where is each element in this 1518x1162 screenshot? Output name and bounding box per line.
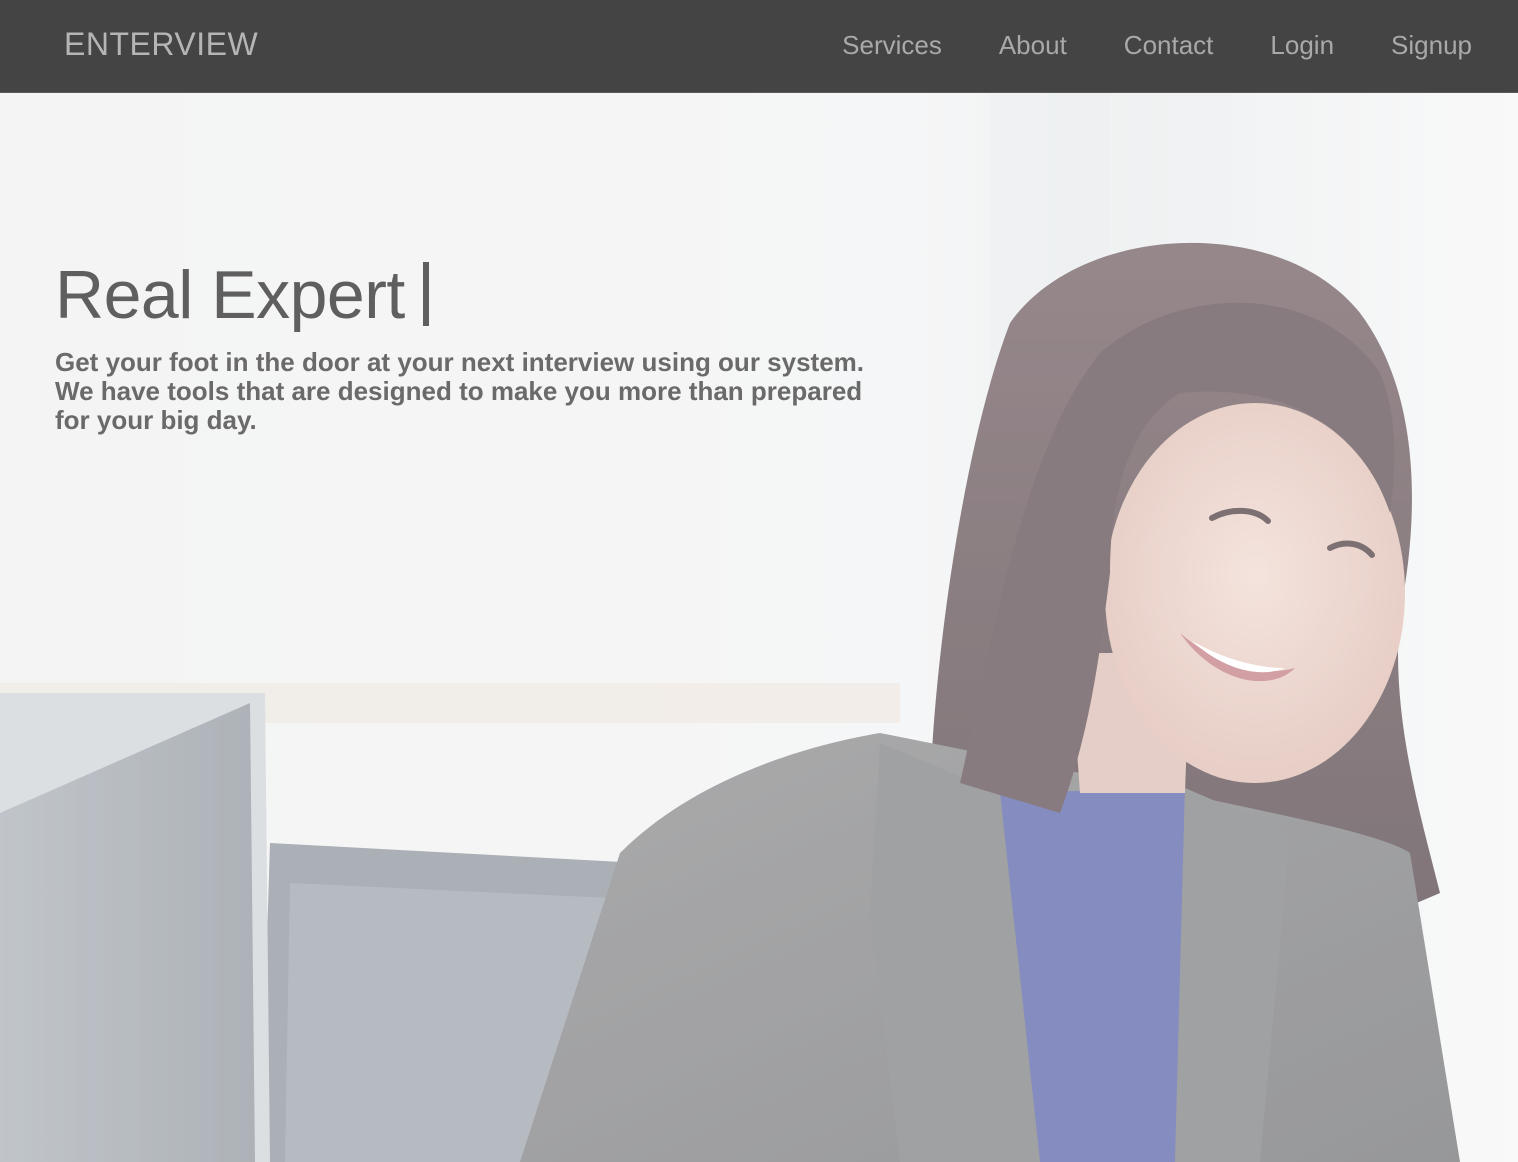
nav-links: Services About Contact Login Signup	[842, 30, 1472, 61]
brand-logo-link[interactable]: ENTERVIEW	[64, 26, 258, 63]
nav-link-signup[interactable]: Signup	[1391, 30, 1472, 61]
typing-cursor	[422, 262, 429, 326]
nav-link-login[interactable]: Login	[1270, 30, 1334, 61]
nav-link-services[interactable]: Services	[842, 30, 942, 61]
top-navbar: ENTERVIEW Services About Contact Login S…	[0, 0, 1518, 93]
landing-page: ENTERVIEW Services About Contact Login S…	[0, 0, 1518, 1162]
hero-headline-text: Real Expert	[55, 257, 405, 333]
hero-headline: Real Expert	[55, 256, 429, 334]
nav-link-about[interactable]: About	[999, 30, 1067, 61]
hero-section	[0, 93, 1518, 1162]
hero-tagline: Get your foot in the door at your next i…	[55, 347, 864, 435]
nav-link-contact[interactable]: Contact	[1124, 30, 1214, 61]
hero-overlay	[0, 93, 1518, 1162]
